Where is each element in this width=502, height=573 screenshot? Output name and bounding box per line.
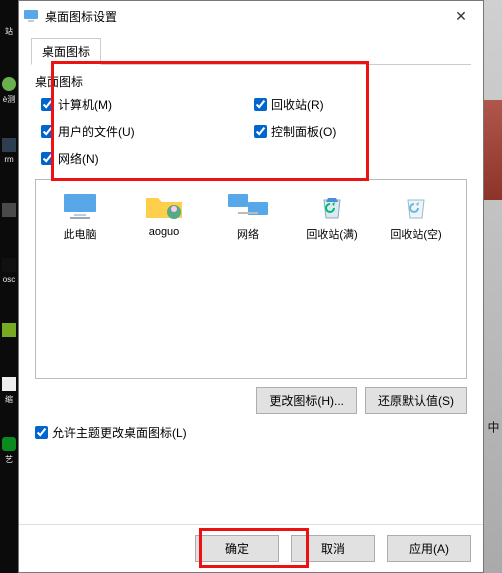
close-button[interactable]: ✕ bbox=[443, 2, 479, 30]
button-label: 取消 bbox=[321, 542, 345, 556]
app-icon bbox=[23, 8, 39, 24]
preview-label: 回收站(满) bbox=[292, 226, 372, 242]
tab-bar: 桌面图标 bbox=[31, 37, 471, 65]
desktop-icons-group: 桌面图标 计算机(M) 回收站(R) 用户的文件(U) 控制面板(O) bbox=[35, 73, 467, 167]
checkbox-grid: 计算机(M) 回收站(R) 用户的文件(U) 控制面板(O) 网络(N) bbox=[35, 96, 467, 167]
desktop-icon-fragment-5: osc bbox=[0, 240, 18, 300]
checkbox-recycle[interactable]: 回收站(R) bbox=[254, 96, 467, 113]
desktop-icon-fragment-7: 缩 bbox=[0, 360, 18, 420]
recycle-bin-empty-icon bbox=[392, 190, 440, 222]
recycle-bin-full-icon bbox=[308, 190, 356, 222]
preview-bin-full[interactable]: 回收站(满) bbox=[292, 190, 372, 368]
button-label: 更改图标(H)... bbox=[269, 394, 344, 408]
preview-label: 此电脑 bbox=[40, 226, 120, 242]
checkbox-controlpanel[interactable]: 控制面板(O) bbox=[254, 123, 467, 140]
user-folder-icon bbox=[140, 190, 188, 222]
checkbox-label: 控制面板(O) bbox=[271, 123, 336, 140]
desktop-icon-fragment-6 bbox=[0, 300, 18, 360]
checkbox-recycle-input[interactable] bbox=[254, 98, 267, 111]
cancel-button[interactable]: 取消 bbox=[291, 535, 375, 562]
desktop-sidebar: 站 è测 rm osc 缩 艺 bbox=[0, 0, 18, 573]
checkbox-label: 回收站(R) bbox=[271, 96, 324, 113]
desktop-icon-fragment-2: è测 bbox=[0, 60, 18, 120]
desktop-icon-settings-dialog: 桌面图标设置 ✕ 桌面图标 桌面图标 计算机(M) 回收站(R) 用户的文件(U… bbox=[18, 0, 484, 573]
allow-themes-input[interactable] bbox=[35, 426, 48, 439]
checkbox-label: 用户的文件(U) bbox=[58, 123, 135, 140]
restore-default-button[interactable]: 还原默认值(S) bbox=[365, 387, 467, 414]
button-label: 确定 bbox=[225, 542, 249, 556]
allow-themes-checkbox[interactable]: 允许主题更改桌面图标(L) bbox=[35, 424, 467, 441]
network-icon bbox=[224, 190, 272, 222]
icon-preview-box: 此电脑 aoguo 网络 回收站(满) 回收站(空) bbox=[35, 179, 467, 379]
browser-right-sliver: 中 bbox=[484, 0, 502, 573]
tab-desktop-icons[interactable]: 桌面图标 bbox=[31, 38, 101, 65]
preview-this-pc[interactable]: 此电脑 bbox=[40, 190, 120, 368]
preview-label: aoguo bbox=[124, 226, 204, 238]
desktop-icon-fragment-3: rm bbox=[0, 120, 18, 180]
button-label: 应用(A) bbox=[409, 542, 449, 556]
checkbox-userfiles[interactable]: 用户的文件(U) bbox=[41, 123, 254, 140]
checkbox-label: 计算机(M) bbox=[58, 96, 112, 113]
window-title: 桌面图标设置 bbox=[45, 8, 443, 25]
titlebar: 桌面图标设置 ✕ bbox=[19, 1, 483, 31]
desktop-icon-fragment-4 bbox=[0, 180, 18, 240]
preview-button-row: 更改图标(H)... 还原默认值(S) bbox=[35, 387, 467, 414]
preview-label: 回收站(空) bbox=[376, 226, 456, 242]
this-pc-icon bbox=[56, 190, 104, 222]
checkbox-userfiles-input[interactable] bbox=[41, 125, 54, 138]
preview-network[interactable]: 网络 bbox=[208, 190, 288, 368]
desktop-icon-fragment-1: 站 bbox=[0, 0, 18, 60]
dialog-action-row: 确定 取消 应用(A) bbox=[19, 524, 483, 572]
checkbox-network-input[interactable] bbox=[41, 152, 54, 165]
preview-bin-empty[interactable]: 回收站(空) bbox=[376, 190, 456, 368]
checkbox-label: 允许主题更改桌面图标(L) bbox=[52, 424, 187, 441]
ok-button[interactable]: 确定 bbox=[195, 535, 279, 562]
group-label: 桌面图标 bbox=[35, 73, 467, 90]
tab-label: 桌面图标 bbox=[42, 45, 90, 59]
checkbox-computer[interactable]: 计算机(M) bbox=[41, 96, 254, 113]
preview-label: 网络 bbox=[208, 226, 288, 242]
preview-user[interactable]: aoguo bbox=[124, 190, 204, 368]
apply-button[interactable]: 应用(A) bbox=[387, 535, 471, 562]
checkbox-label: 网络(N) bbox=[58, 150, 99, 167]
checkbox-computer-input[interactable] bbox=[41, 98, 54, 111]
change-icon-button[interactable]: 更改图标(H)... bbox=[256, 387, 357, 414]
checkbox-controlpanel-input[interactable] bbox=[254, 125, 267, 138]
right-text-fragment: 中 bbox=[484, 421, 502, 433]
close-icon: ✕ bbox=[455, 8, 467, 25]
dialog-content: 桌面图标 计算机(M) 回收站(R) 用户的文件(U) 控制面板(O) bbox=[19, 65, 483, 524]
button-label: 还原默认值(S) bbox=[378, 394, 454, 408]
desktop-icon-fragment-8: 艺 bbox=[0, 420, 18, 480]
checkbox-network[interactable]: 网络(N) bbox=[41, 150, 254, 167]
